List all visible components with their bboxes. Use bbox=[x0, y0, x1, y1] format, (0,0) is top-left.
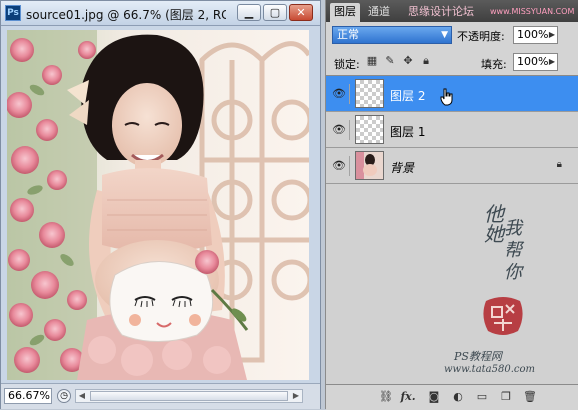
opacity-value: 100% bbox=[517, 28, 549, 41]
opacity-field[interactable]: 100% ▶ bbox=[513, 26, 558, 44]
blend-opacity-row: 正常 ▼ 不透明度: 100% ▶ bbox=[326, 22, 578, 49]
document-canvas[interactable] bbox=[7, 30, 309, 380]
layer-name: 图层 1 bbox=[390, 125, 426, 139]
lock-position-icon[interactable]: ✥ bbox=[402, 55, 414, 67]
lock-transparent-pixels-icon[interactable]: ▦ bbox=[366, 55, 378, 67]
status-info-icon[interactable]: ◷ bbox=[57, 389, 71, 403]
document-window: Ps source01.jpg @ 66.7% (图层 2, RGB/8) ▁ … bbox=[0, 0, 321, 409]
watermark-calligraphy-2: 我帮你 bbox=[504, 218, 522, 283]
lock-icon: 🔒︎ bbox=[556, 159, 562, 170]
new-group-icon[interactable]: ▭ bbox=[474, 390, 490, 404]
layers-panel-footer: ⛓ fx. ◙ ◐ ▭ ❐ 🗑︎ bbox=[326, 384, 578, 410]
scrollbar-thumb[interactable] bbox=[90, 391, 288, 401]
tab-channels[interactable]: 通道 bbox=[364, 3, 394, 22]
layer-name: 背景 bbox=[390, 161, 415, 175]
close-button[interactable]: ✕ bbox=[289, 4, 313, 21]
eye-icon[interactable]: 👁︎ bbox=[329, 156, 350, 176]
restore-button[interactable]: ▢ bbox=[263, 4, 287, 21]
scroll-right-arrow-icon[interactable]: ▶ bbox=[290, 390, 302, 402]
panel-tabs: 图层 通道 思缘设计论坛 www.MISSYUAN.COM bbox=[326, 0, 578, 22]
horizontal-scrollbar[interactable]: ◀ ▶ bbox=[75, 389, 303, 403]
minimize-button[interactable]: ▁ bbox=[237, 4, 261, 21]
layers-list: 👁︎ 图层 2 👁︎ 图层 1 👁︎ 背景 🔒︎ 他她 我帮你 PS教程网 ww… bbox=[326, 76, 578, 384]
lock-image-pixels-icon[interactable]: ✎ bbox=[384, 55, 396, 67]
photoshop-icon: Ps bbox=[5, 5, 21, 21]
scroll-left-arrow-icon[interactable]: ◀ bbox=[76, 390, 88, 402]
watermark-calligraphy-1: 他她 bbox=[484, 202, 504, 246]
layer-thumbnail bbox=[355, 79, 384, 108]
hand-cursor-icon bbox=[440, 88, 453, 106]
fill-value: 100% bbox=[517, 55, 549, 68]
tab-layers[interactable]: 图层 bbox=[330, 3, 360, 22]
photo-image bbox=[7, 30, 309, 380]
lock-fill-row: 锁定: ▦ ✎ ✥ 🔒︎ 填充: 100% ▶ bbox=[326, 50, 578, 76]
fill-field[interactable]: 100% ▶ bbox=[513, 53, 558, 71]
layer-row-background[interactable]: 👁︎ 背景 🔒︎ bbox=[326, 148, 578, 184]
lock-all-icon[interactable]: 🔒︎ bbox=[420, 55, 432, 67]
chevron-right-icon[interactable]: ▶ bbox=[549, 27, 555, 43]
delete-layer-icon[interactable]: 🗑︎ bbox=[522, 390, 538, 404]
fill-label: 填充: bbox=[481, 58, 507, 71]
chevron-right-icon[interactable]: ▶ bbox=[549, 54, 555, 70]
eye-icon[interactable]: 👁︎ bbox=[329, 84, 350, 104]
blend-mode-value: 正常 bbox=[337, 28, 359, 41]
link-layers-icon[interactable]: ⛓ bbox=[378, 390, 394, 404]
zoom-level-field[interactable]: 66.67% bbox=[4, 388, 52, 404]
watermark-site-title: PS教程网 bbox=[454, 350, 502, 363]
layer-thumbnail bbox=[355, 151, 384, 180]
eye-icon[interactable]: 👁︎ bbox=[329, 120, 350, 140]
tab-forum-watermark: 思缘设计论坛 bbox=[408, 5, 474, 18]
watermark-site-url: www.tata580.com bbox=[444, 364, 536, 375]
lock-label: 锁定: bbox=[334, 58, 360, 71]
fx-layer-style-icon[interactable]: fx. bbox=[400, 390, 416, 404]
add-mask-icon[interactable]: ◙ bbox=[426, 390, 442, 404]
document-title-bar[interactable]: Ps source01.jpg @ 66.7% (图层 2, RGB/8) ▁ … bbox=[1, 1, 320, 26]
layer-thumbnail bbox=[355, 115, 384, 144]
adjustment-layer-icon[interactable]: ◐ bbox=[450, 390, 466, 404]
chevron-down-icon: ▼ bbox=[441, 30, 448, 40]
opacity-label: 不透明度: bbox=[457, 30, 505, 43]
document-status-bar: 66.67% ◷ ◀ ▶ bbox=[1, 383, 320, 409]
missyuan-watermark: www.MISSYUAN.COM bbox=[490, 7, 575, 16]
new-layer-icon[interactable]: ❐ bbox=[498, 390, 514, 404]
layers-panel: 图层 通道 思缘设计论坛 www.MISSYUAN.COM 正常 ▼ 不透明度:… bbox=[325, 0, 578, 410]
layer-row-layer-1[interactable]: 👁︎ 图层 1 bbox=[326, 112, 578, 148]
red-seal-stamp bbox=[483, 297, 523, 335]
layer-name: 图层 2 bbox=[390, 89, 426, 103]
layer-row-layer-2[interactable]: 👁︎ 图层 2 bbox=[326, 76, 578, 112]
document-title: source01.jpg @ 66.7% (图层 2, RGB/8) bbox=[26, 8, 226, 22]
blend-mode-select[interactable]: 正常 ▼ bbox=[332, 26, 452, 44]
